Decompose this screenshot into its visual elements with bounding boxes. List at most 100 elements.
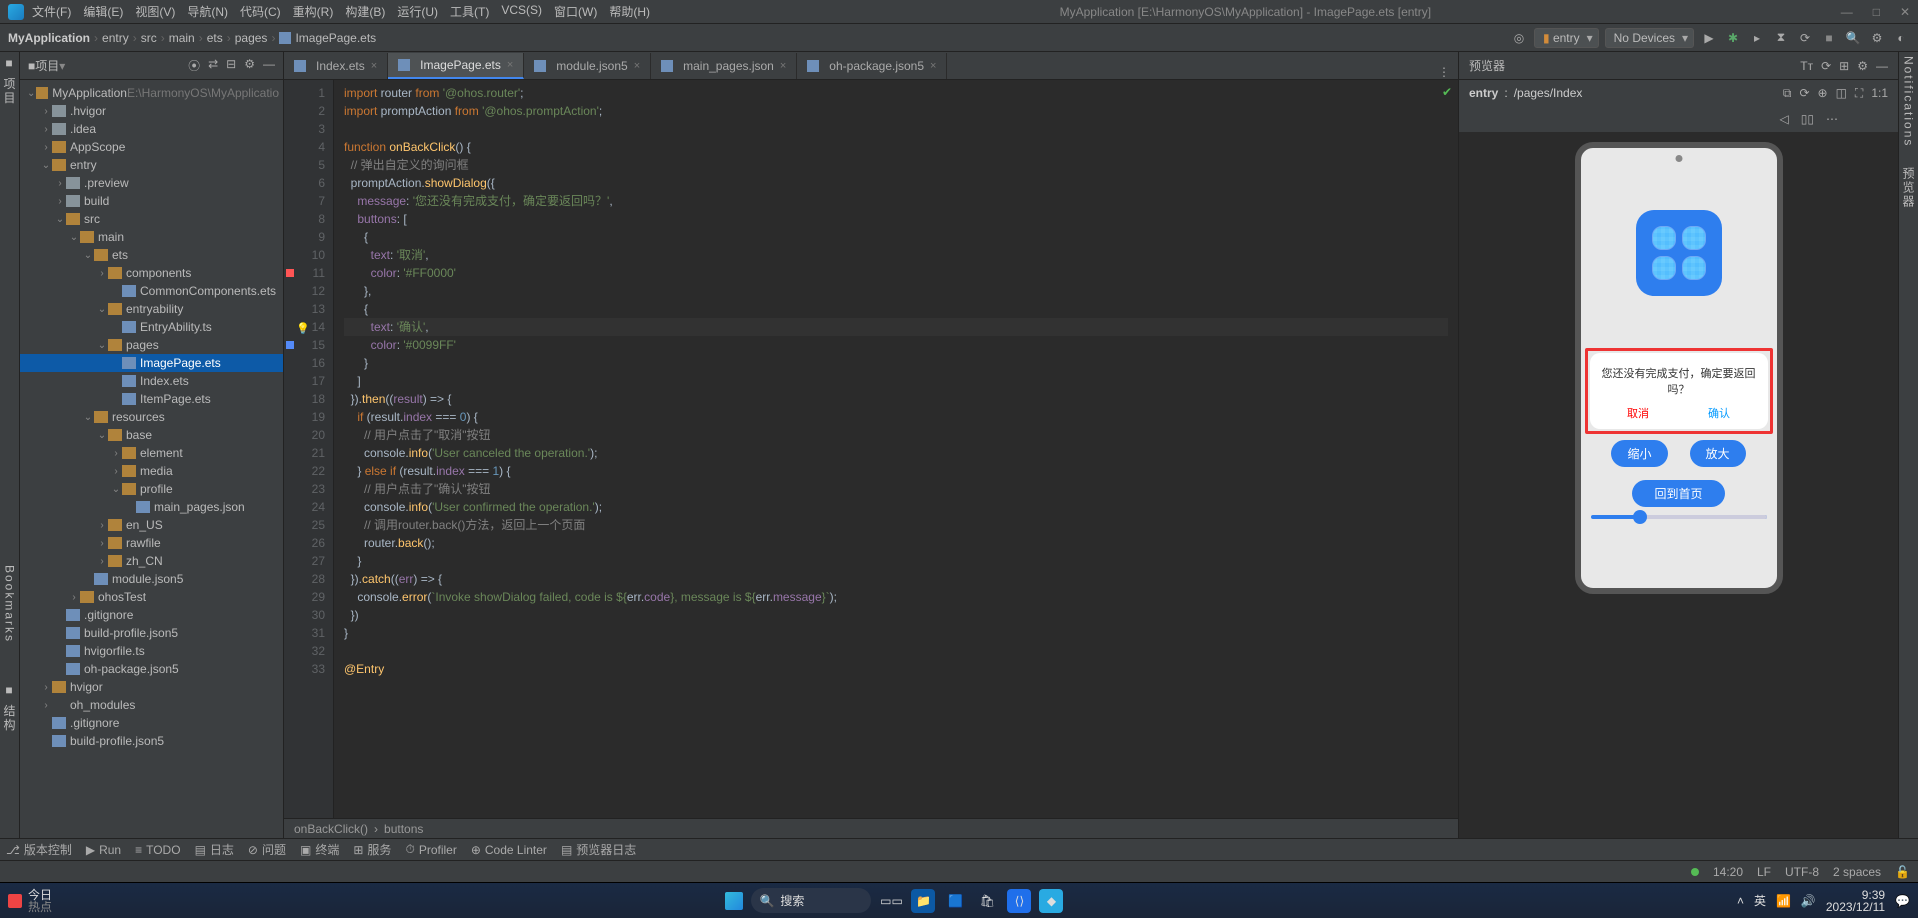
attach-icon[interactable]: ⟳ — [1796, 29, 1814, 47]
tree-node[interactable]: ›AppScope — [20, 138, 283, 156]
status-indent[interactable]: 2 spaces — [1833, 865, 1881, 879]
menu-item[interactable]: 编辑(E) — [83, 3, 123, 20]
breadcrumb-item[interactable]: entry — [102, 31, 129, 45]
code-editor[interactable]: 1234567891011121314💡15161718192021222324… — [284, 80, 1458, 818]
stop-icon[interactable]: ■ — [1820, 29, 1838, 47]
ime-indicator[interactable]: 英 — [1754, 892, 1766, 909]
hide-icon[interactable]: — — [1876, 59, 1888, 73]
tree-node[interactable]: ItemPage.ets — [20, 390, 283, 408]
tab-close-icon[interactable]: × — [780, 60, 786, 72]
debug-icon[interactable]: ✱ — [1724, 29, 1742, 47]
bottom-panel-item[interactable]: ⊕ Code Linter — [471, 843, 547, 857]
breadcrumb-item[interactable]: ets — [207, 31, 223, 45]
breadcrumb-item[interactable]: onBackClick() — [294, 822, 368, 836]
notification-center-icon[interactable]: 💬 — [1895, 894, 1910, 908]
taskbar-search[interactable]: 🔍搜索 — [751, 888, 871, 913]
tabs-menu-icon[interactable]: ⋮ — [1430, 65, 1458, 79]
project-tab[interactable]: ■ 项目 — [1, 56, 18, 105]
tree-node[interactable]: build-profile.json5 — [20, 732, 283, 750]
structure-tab[interactable]: ■ 结构 — [1, 683, 18, 732]
user-icon[interactable]: ◐ — [1892, 29, 1910, 47]
breadcrumb-item[interactable]: MyApplication — [8, 31, 90, 45]
pinned-app-icon[interactable] — [8, 894, 22, 908]
menu-item[interactable]: 代码(C) — [240, 3, 281, 20]
bottom-panel-item[interactable]: ≡ TODO — [135, 843, 180, 857]
tree-node[interactable]: Index.ets — [20, 372, 283, 390]
tree-node[interactable]: ⌄entryability — [20, 300, 283, 318]
editor-tab[interactable]: main_pages.json× — [651, 53, 797, 79]
tab-close-icon[interactable]: × — [634, 60, 640, 72]
editor-tab[interactable]: oh-package.json5× — [797, 53, 947, 79]
menu-item[interactable]: VCS(S) — [501, 3, 542, 20]
tree-node[interactable]: ⌄pages — [20, 336, 283, 354]
refresh-icon[interactable]: ⟳ — [1821, 59, 1831, 73]
tree-node[interactable]: ⌄MyApplication E:\HarmonyOS\MyApplicatio — [20, 84, 283, 102]
tree-node[interactable]: .gitignore — [20, 606, 283, 624]
bottom-panel-item[interactable]: ▤ 日志 — [195, 841, 234, 858]
tree-node[interactable]: ⌄profile — [20, 480, 283, 498]
slider-thumb[interactable] — [1633, 510, 1647, 524]
tree-node[interactable]: ›en_US — [20, 516, 283, 534]
expand-icon[interactable]: ⛶ — [1855, 86, 1863, 101]
edge-icon[interactable]: 🟦 — [943, 889, 967, 913]
volume-icon[interactable]: 🔊 — [1801, 894, 1816, 908]
inspect-icon[interactable]: ◫ — [1836, 86, 1847, 101]
slider[interactable] — [1591, 515, 1767, 519]
tree-node[interactable]: ›hvigor — [20, 678, 283, 696]
tree-node[interactable]: .gitignore — [20, 714, 283, 732]
vscode-icon[interactable]: ⟨⟩ — [1007, 889, 1031, 913]
profile-icon[interactable]: ⧗ — [1772, 29, 1790, 47]
bottom-panel-item[interactable]: ⏱ Profiler — [405, 842, 456, 857]
tab-close-icon[interactable]: × — [371, 60, 377, 72]
zoom-icon[interactable]: ⊕ — [1818, 86, 1828, 101]
tray-chevron-icon[interactable]: ˄ — [1737, 894, 1744, 908]
menu-item[interactable]: 文件(F) — [32, 3, 71, 20]
menu-item[interactable]: 帮助(H) — [609, 3, 650, 20]
tree-node[interactable]: ›ohosTest — [20, 588, 283, 606]
back-icon[interactable]: ◁ — [1780, 112, 1789, 126]
run-icon[interactable]: ▶ — [1700, 29, 1718, 47]
search-icon[interactable]: 🔍 — [1844, 29, 1862, 47]
wifi-icon[interactable]: 📶 — [1776, 894, 1791, 908]
tree-node[interactable]: ›build — [20, 192, 283, 210]
menu-item[interactable]: 视图(V) — [135, 3, 175, 20]
home-button[interactable]: 回到首页 — [1632, 480, 1724, 507]
collapse-icon[interactable]: ⊟ — [226, 57, 236, 74]
breadcrumb-item[interactable]: main — [169, 31, 195, 45]
menu-item[interactable]: 工具(T) — [450, 3, 489, 20]
editor-tab[interactable]: Index.ets× — [284, 53, 388, 79]
menu-item[interactable]: 重构(R) — [293, 3, 334, 20]
tree-node[interactable]: ⌄main — [20, 228, 283, 246]
device-screen[interactable]: 您还没有完成支付，确定要返回吗？ 取消 确认 缩小 放大 回到首页 — [1589, 170, 1769, 578]
gear-icon[interactable]: ⚙ — [244, 57, 255, 74]
widget-today[interactable]: 今日 — [28, 889, 52, 901]
start-icon[interactable] — [725, 892, 743, 910]
tree-node[interactable]: oh-package.json5 — [20, 660, 283, 678]
rotate-icon[interactable]: ⟳ — [1799, 86, 1809, 101]
zoom-in-button[interactable]: 放大 — [1690, 440, 1746, 467]
font-icon[interactable]: Tᴛ — [1800, 59, 1813, 73]
grid-icon[interactable]: ⊞ — [1839, 59, 1849, 73]
bottom-panel-item[interactable]: ▶ Run — [86, 843, 121, 857]
minimize-icon[interactable]: — — [1841, 5, 1853, 19]
maximize-icon[interactable]: □ — [1873, 5, 1880, 19]
breadcrumb-item[interactable]: src — [141, 31, 157, 45]
tree-node[interactable]: main_pages.json — [20, 498, 283, 516]
tree-node[interactable]: ⌄src — [20, 210, 283, 228]
menu-item[interactable]: 导航(N) — [187, 3, 228, 20]
menu-item[interactable]: 窗口(W) — [554, 3, 597, 20]
inspection-ok-icon[interactable]: ✔ — [1442, 85, 1452, 99]
tree-node[interactable]: EntryAbility.ts — [20, 318, 283, 336]
bottom-panel-item[interactable]: ⊘ 问题 — [248, 841, 286, 858]
inspector-tab[interactable]: 预览器 — [1900, 167, 1917, 209]
readonly-icon[interactable]: 🔓 — [1895, 865, 1910, 879]
bottom-panel-item[interactable]: ⎇ 版本控制 — [6, 841, 72, 858]
target-icon[interactable]: ◎ — [1510, 29, 1528, 47]
task-view-icon[interactable]: ▭▭ — [879, 889, 903, 913]
tree-node[interactable]: ›.idea — [20, 120, 283, 138]
tree-node[interactable]: CommonComponents.ets — [20, 282, 283, 300]
bottom-panel-item[interactable]: ▤ 预览器日志 — [561, 841, 636, 858]
run-config-dropdown[interactable]: ▮ entry — [1534, 28, 1599, 48]
tree-node[interactable]: hvigorfile.ts — [20, 642, 283, 660]
close-icon[interactable]: ✕ — [1900, 5, 1910, 19]
